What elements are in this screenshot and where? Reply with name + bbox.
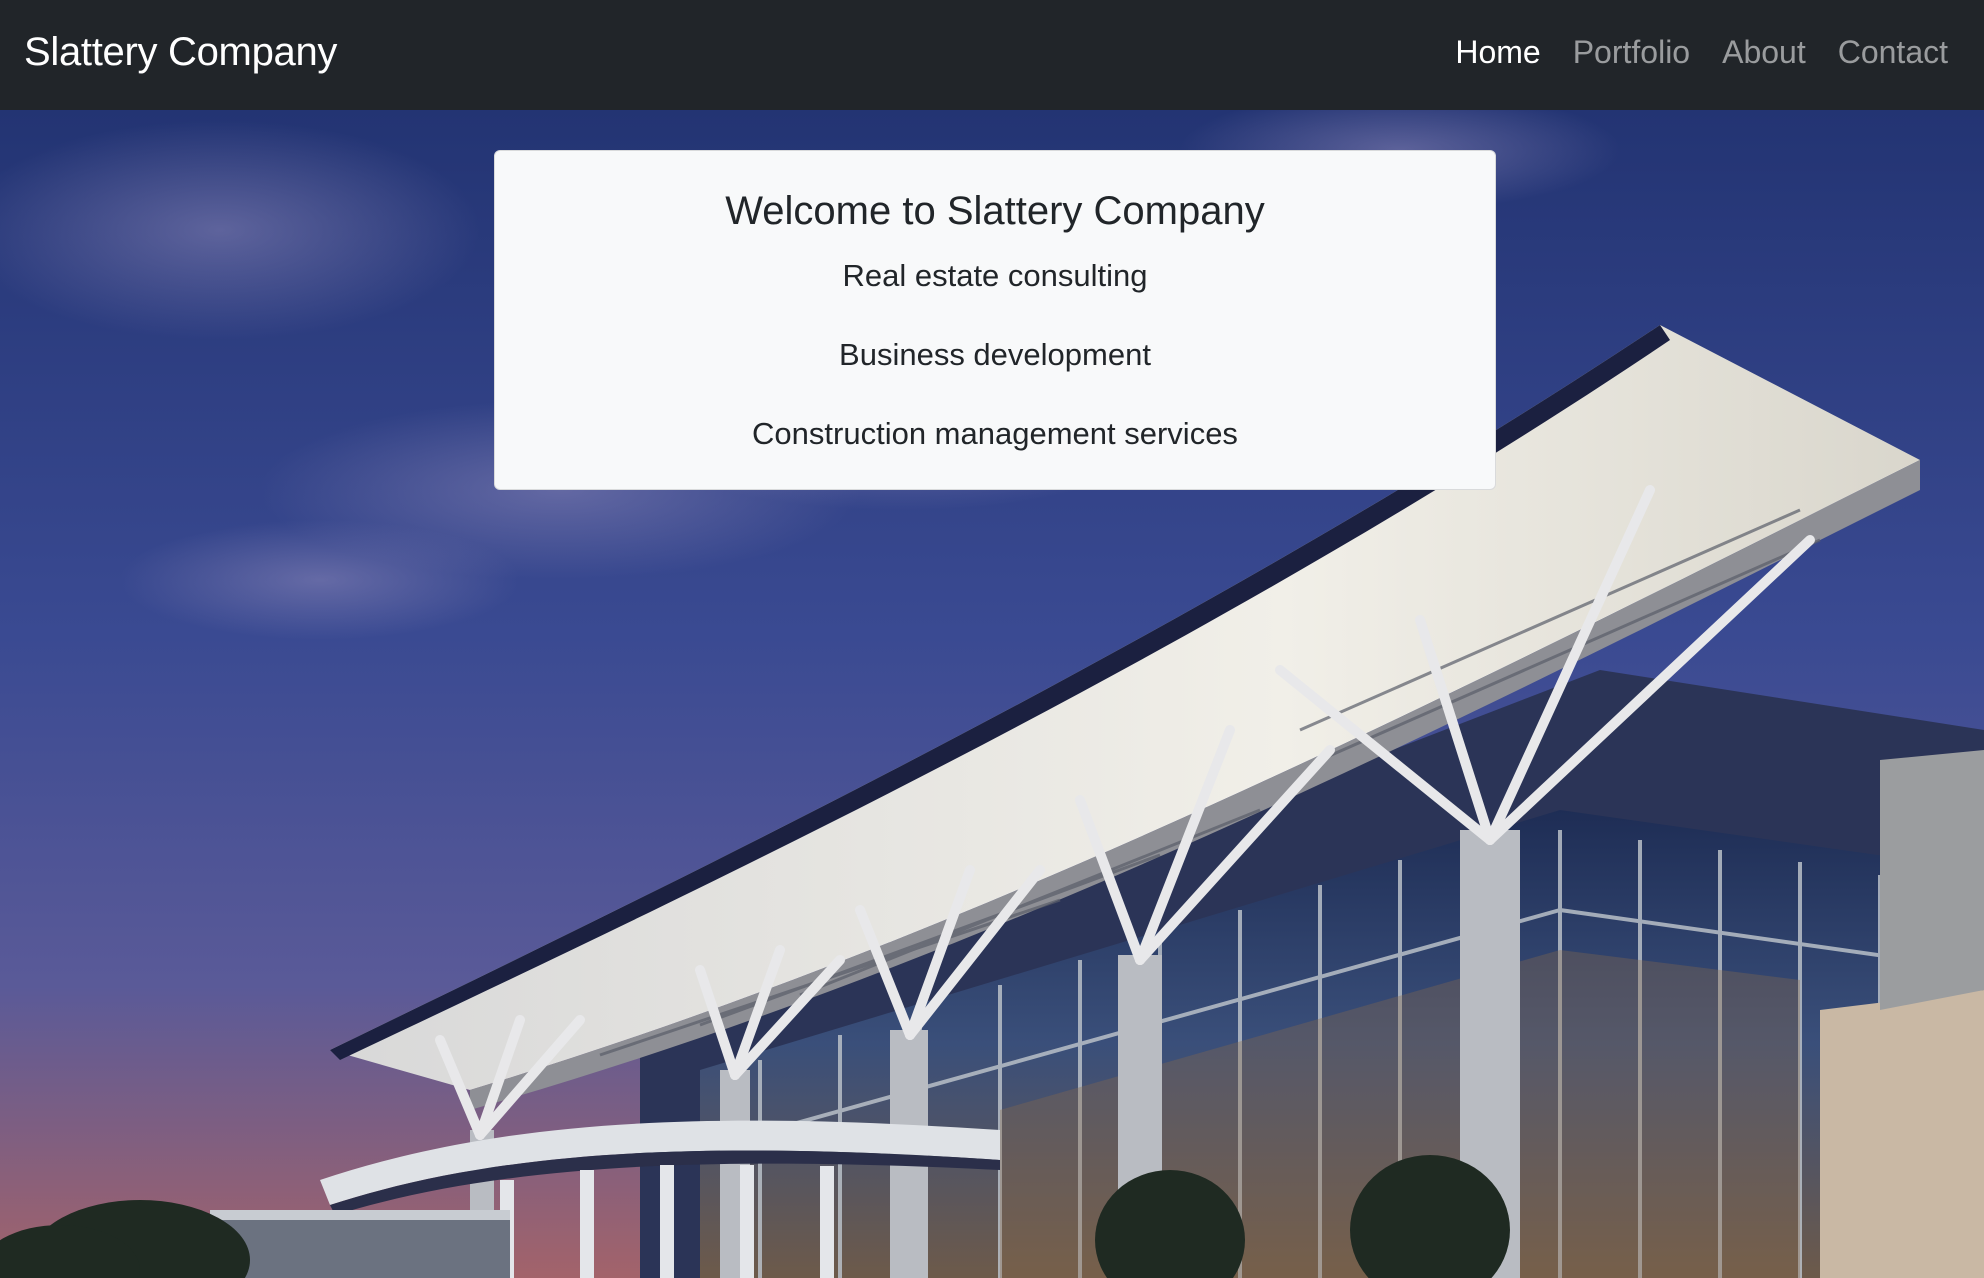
nav-link-about[interactable]: About <box>1722 34 1806 71</box>
welcome-card: Welcome to Slattery Company Real estate … <box>494 150 1496 490</box>
navbar: Slattery Company Home Portfolio About Co… <box>0 0 1984 110</box>
service-item-construction: Construction management services <box>752 416 1238 452</box>
nav-link-portfolio[interactable]: Portfolio <box>1573 34 1690 71</box>
nav-links: Home Portfolio About Contact <box>1423 34 1948 71</box>
page: Slattery Company Home Portfolio About Co… <box>0 0 1984 1278</box>
service-item-business: Business development <box>839 337 1151 373</box>
brand-logo-link[interactable]: Slattery Company <box>24 30 337 75</box>
nav-link-contact[interactable]: Contact <box>1838 34 1948 71</box>
nav-link-home[interactable]: Home <box>1455 34 1540 71</box>
welcome-title: Welcome to Slattery Company <box>725 189 1265 233</box>
service-item-real-estate: Real estate consulting <box>842 258 1148 293</box>
